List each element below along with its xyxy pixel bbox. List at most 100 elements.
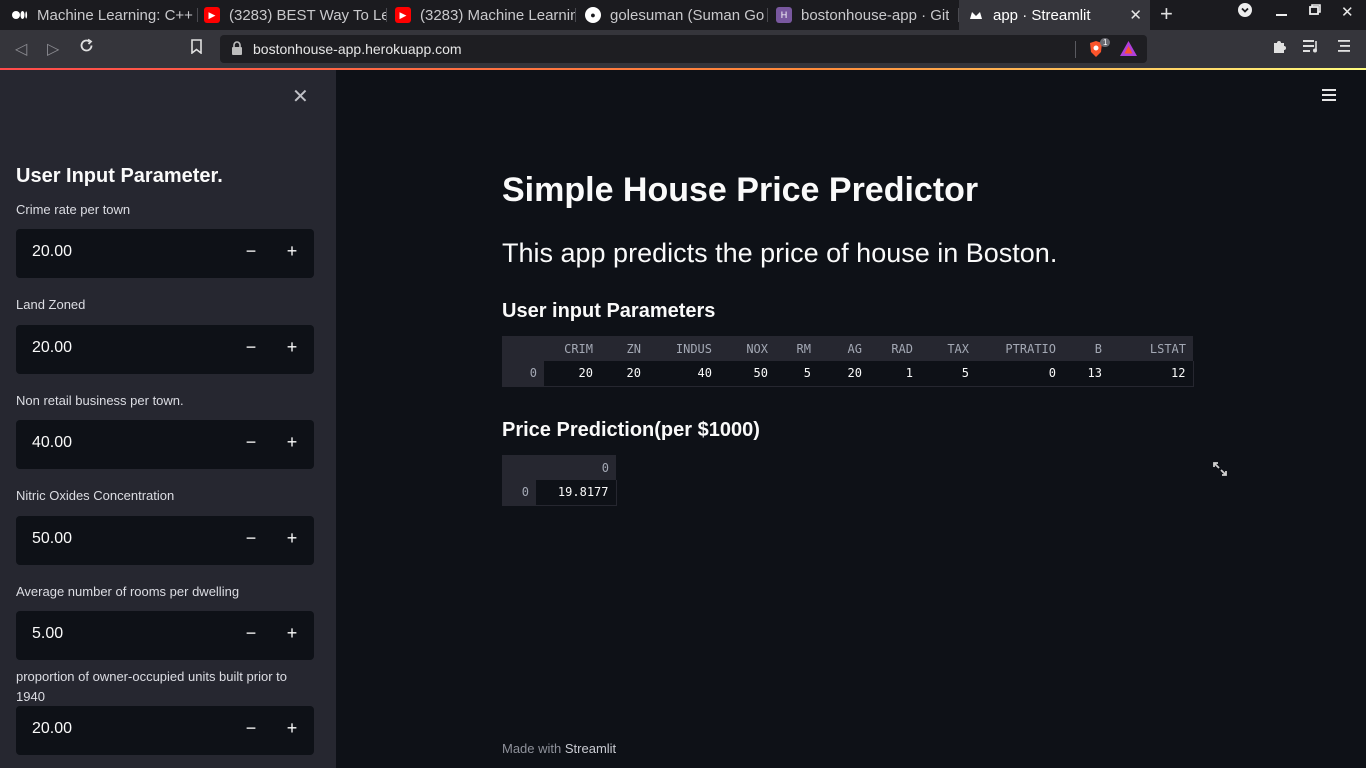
land-zoned-input[interactable]: 20.00 − +: [16, 325, 314, 374]
hamburger-menu-icon[interactable]: [1322, 89, 1338, 103]
table-header-row: CRIM ZN INDUS NOX RM AG RAD TAX PTRATIO …: [502, 336, 1193, 361]
increment-button[interactable]: +: [283, 528, 301, 552]
row-index: 0: [502, 480, 536, 506]
browser-tab[interactable]: ▶ (3283) BEST Way To Le: [198, 0, 387, 30]
column-header: B: [1063, 336, 1109, 361]
page-subtitle: This app predicts the price of house in …: [502, 238, 1058, 268]
field-label-nitric-oxides: Nitric Oxides Concentration: [16, 488, 175, 503]
table-cell: 20: [818, 361, 869, 387]
browser-tab-active[interactable]: app · Streamlit ✕: [959, 0, 1150, 30]
column-header: INDUS: [648, 336, 719, 361]
table-header-row: 0: [502, 455, 616, 480]
extensions-icon[interactable]: [1272, 39, 1287, 59]
column-header: AG: [818, 336, 869, 361]
lock-icon: [231, 41, 243, 55]
back-icon[interactable]: ◁: [15, 39, 27, 59]
streamlit-link[interactable]: Streamlit: [565, 741, 616, 756]
table-cell: 19.8177: [536, 480, 617, 506]
reload-icon[interactable]: [79, 38, 94, 58]
playlist-icon[interactable]: [1303, 39, 1319, 58]
footer-text: Made with: [502, 741, 565, 756]
restore-icon[interactable]: [1309, 3, 1321, 21]
prediction-heading: Price Prediction(per $1000): [502, 419, 760, 441]
field-label-land-zoned: Land Zoned: [16, 297, 86, 312]
increment-button[interactable]: +: [283, 432, 301, 456]
close-window-icon[interactable]: ✕: [1341, 3, 1354, 21]
increment-button[interactable]: +: [283, 623, 301, 647]
nitric-oxides-input[interactable]: 50.00 − +: [16, 516, 314, 565]
params-table[interactable]: CRIM ZN INDUS NOX RM AG RAD TAX PTRATIO …: [502, 336, 1194, 387]
sidebar-header: User Input Parameter.: [16, 165, 223, 187]
table-cell: 20: [600, 361, 648, 387]
column-header: RAD: [869, 336, 920, 361]
owner-occupied-input[interactable]: 20.00 − +: [16, 706, 314, 755]
number-value[interactable]: 20.00: [32, 339, 72, 357]
decrement-button[interactable]: −: [242, 623, 260, 647]
decrement-button[interactable]: −: [242, 337, 260, 361]
tab-label: (3283) BEST Way To Le: [229, 6, 387, 24]
table-row: 0 19.8177: [502, 480, 617, 506]
prediction-table[interactable]: 0 0 19.8177: [502, 455, 617, 506]
decrement-button[interactable]: −: [242, 241, 260, 265]
decrement-button[interactable]: −: [242, 432, 260, 456]
table-cell: 0: [976, 361, 1063, 387]
url-text: bostonhouse-app.herokuapp.com: [253, 41, 462, 57]
youtube-icon: ▶: [395, 7, 411, 23]
crime-rate-input[interactable]: 20.00 − +: [16, 229, 314, 278]
fullscreen-icon[interactable]: [1212, 461, 1228, 482]
table-row: 0 20 20 40 50 5 20 1 5 0 13 12: [502, 361, 1194, 387]
table-cell: 20: [544, 361, 600, 387]
column-header: PTRATIO: [976, 336, 1063, 361]
page-title: Simple House Price Predictor: [502, 171, 979, 209]
increment-button[interactable]: +: [283, 241, 301, 265]
streamlit-icon: [968, 7, 984, 23]
brave-rewards-icon[interactable]: [1120, 41, 1137, 61]
table-cell: 5: [775, 361, 818, 387]
address-bar[interactable]: bostonhouse-app.herokuapp.com 1: [220, 35, 1147, 63]
table-cell: 50: [719, 361, 775, 387]
sidebar: ✕ User Input Parameter. Crime rate per t…: [0, 70, 336, 768]
tab-search-icon[interactable]: [1238, 3, 1252, 21]
browser-tab[interactable]: Machine Learning: C++: [0, 0, 198, 30]
number-value[interactable]: 5.00: [32, 625, 63, 643]
field-label-crime-rate: Crime rate per town: [16, 202, 131, 217]
minimize-icon[interactable]: [1276, 3, 1288, 21]
close-sidebar-icon[interactable]: ✕: [292, 84, 309, 109]
table-cell: 12: [1109, 361, 1194, 387]
url-divider: [1075, 41, 1076, 58]
number-value[interactable]: 20.00: [32, 720, 72, 738]
index-header: [502, 455, 536, 480]
github-icon: ●: [585, 7, 601, 23]
browser-menu-icon[interactable]: [1338, 39, 1350, 58]
number-value[interactable]: 40.00: [32, 434, 72, 452]
table-cell: 1: [869, 361, 920, 387]
decrement-button[interactable]: −: [242, 718, 260, 742]
decrement-button[interactable]: −: [242, 528, 260, 552]
browser-tab[interactable]: ● golesuman (Suman Go: [576, 0, 768, 30]
table-cell: 5: [920, 361, 976, 387]
table-cell: 13: [1063, 361, 1109, 387]
browser-tab[interactable]: H bostonhouse-app · Git: [768, 0, 959, 30]
new-tab-button[interactable]: +: [1160, 3, 1173, 25]
increment-button[interactable]: +: [283, 718, 301, 742]
browser-toolbar: ◁ ▷ bostonhouse-app.herokuapp.com 1: [0, 30, 1366, 68]
browser-tab-bar: Machine Learning: C++ ▶ (3283) BEST Way …: [0, 0, 1366, 30]
column-header: CRIM: [544, 336, 600, 361]
table-cell: 40: [648, 361, 719, 387]
column-header: 0: [536, 455, 616, 480]
tab-label: app · Streamlit: [993, 6, 1091, 24]
browser-tab[interactable]: ▶ (3283) Machine Learnin: [387, 0, 576, 30]
tab-label: (3283) Machine Learnin: [420, 6, 576, 24]
number-value[interactable]: 20.00: [32, 243, 72, 261]
forward-icon[interactable]: ▷: [47, 39, 59, 59]
close-tab-icon[interactable]: ✕: [1129, 6, 1142, 24]
rooms-input[interactable]: 5.00 − +: [16, 611, 314, 660]
field-label-owner-occupied: proportion of owner-occupied units built…: [16, 669, 287, 704]
non-retail-input[interactable]: 40.00 − +: [16, 420, 314, 469]
number-value[interactable]: 50.00: [32, 530, 72, 548]
column-header: NOX: [719, 336, 775, 361]
bookmark-icon[interactable]: [191, 39, 202, 59]
increment-button[interactable]: +: [283, 337, 301, 361]
brave-badge: 1: [1100, 38, 1111, 47]
column-header: LSTAT: [1109, 336, 1193, 361]
